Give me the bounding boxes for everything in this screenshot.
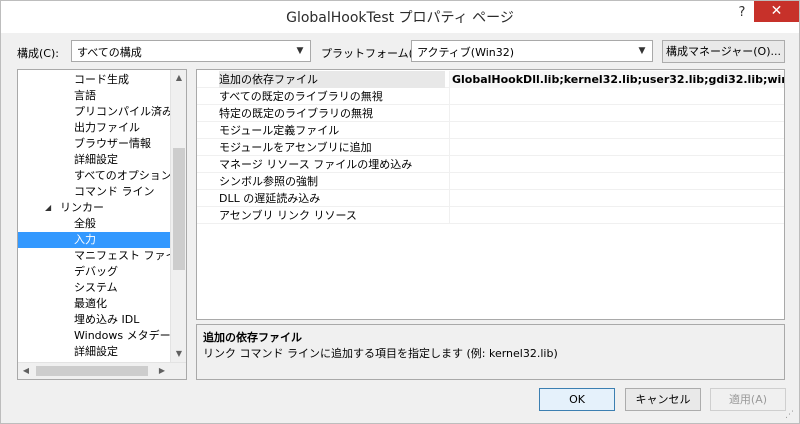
property-name: モジュール定義ファイル [219, 124, 340, 137]
tree-item-label: ブラウザー情報 [74, 137, 151, 150]
property-value[interactable] [449, 207, 784, 224]
tree-item[interactable]: 詳細設定 [18, 344, 170, 360]
tree-item[interactable]: コマンド ライン [18, 184, 170, 200]
title-bar[interactable]: GlobalHookTest プロパティ ページ ? ✕ [1, 1, 799, 33]
collapse-icon[interactable]: ◢ [45, 200, 51, 216]
platform-combo[interactable]: アクティブ(Win32) ▼ [411, 40, 653, 62]
tree-item-label: 出力ファイル [74, 121, 140, 134]
tree-item[interactable]: Windows メタデータ [18, 328, 170, 344]
tree-item[interactable]: マニフェスト ファイル [18, 248, 170, 264]
property-row[interactable]: アセンブリ リンク リソース [197, 207, 784, 224]
tree-item-label: 詳細設定 [74, 153, 118, 166]
property-name: マネージ リソース ファイルの埋め込み [219, 158, 413, 171]
property-value[interactable] [449, 105, 784, 122]
resize-grip-icon[interactable]: ⋰ [785, 409, 797, 421]
property-pages-dialog: GlobalHookTest プロパティ ページ ? ✕ 構成(C): すべての… [0, 0, 800, 424]
scroll-right-icon[interactable]: ▶ [154, 363, 170, 379]
property-row[interactable]: 追加の依存ファイル GlobalHookDll.lib;kernel32.lib;… [197, 71, 784, 88]
property-row[interactable]: モジュールをアセンブリに追加 [197, 139, 784, 156]
property-row[interactable]: モジュール定義ファイル [197, 122, 784, 139]
window-title: GlobalHookTest プロパティ ページ [286, 10, 514, 26]
property-name: モジュールをアセンブリに追加 [219, 141, 372, 154]
tree-item[interactable]: 入力 [18, 232, 170, 248]
tree-item-label: 言語 [74, 89, 96, 102]
tree-item-label: 詳細設定 [74, 345, 118, 358]
description-panel: 追加の依存ファイル リンク コマンド ラインに追加する項目を指定します (例: … [196, 324, 785, 380]
configuration-combo[interactable]: すべての構成 ▼ [71, 40, 311, 62]
property-value[interactable] [449, 122, 784, 139]
scroll-thumb[interactable] [36, 366, 148, 376]
platform-value: アクティブ(Win32) [417, 46, 515, 59]
configuration-value: すべての構成 [77, 46, 142, 59]
category-tree[interactable]: コード生成言語プリコンパイル済みヘッ出力ファイルブラウザー情報詳細設定すべてのオ… [17, 69, 187, 380]
tree-item[interactable]: すべてのオプション [18, 168, 170, 184]
property-value[interactable] [449, 173, 784, 190]
configuration-label: 構成(C): [17, 47, 59, 60]
tree-items: コード生成言語プリコンパイル済みヘッ出力ファイルブラウザー情報詳細設定すべてのオ… [18, 70, 170, 360]
tree-item[interactable]: 最適化 [18, 296, 170, 312]
cancel-button[interactable]: キャンセル [625, 388, 701, 411]
tree-item-label: 全般 [74, 217, 96, 230]
apply-button[interactable]: 適用(A) [710, 388, 786, 411]
tree-item-label: 入力 [74, 233, 96, 246]
property-row[interactable]: 特定の既定のライブラリの無視 [197, 105, 784, 122]
tree-item[interactable]: 言語 [18, 88, 170, 104]
property-row[interactable]: DLL の遅延読み込み [197, 190, 784, 207]
scroll-up-icon[interactable]: ▲ [171, 70, 186, 86]
configuration-manager-button[interactable]: 構成マネージャー(O)... [662, 40, 785, 63]
tree-item-label: デバッグ [74, 265, 118, 278]
property-value[interactable]: GlobalHookDll.lib;kernel32.lib;user32.li… [449, 71, 784, 88]
tree-item[interactable]: 全般 [18, 216, 170, 232]
property-name: 特定の既定のライブラリの無視 [219, 107, 373, 120]
property-value[interactable] [449, 156, 784, 173]
property-name: シンボル参照の強制 [219, 175, 318, 188]
tree-vertical-scrollbar[interactable]: ▲ ▼ [170, 70, 186, 362]
property-value[interactable] [449, 88, 784, 105]
tree-item-label: コマンド ライン [74, 185, 155, 198]
tree-item-label: リンカー [60, 201, 104, 214]
property-row[interactable]: マネージ リソース ファイルの埋め込み [197, 156, 784, 173]
description-text: リンク コマンド ラインに追加する項目を指定します (例: kernel32.l… [203, 347, 558, 360]
scroll-thumb[interactable] [173, 148, 185, 270]
tree-item[interactable]: プリコンパイル済みヘッ [18, 104, 170, 120]
tree-item[interactable]: 出力ファイル [18, 120, 170, 136]
scroll-down-icon[interactable]: ▼ [171, 346, 186, 362]
help-button[interactable]: ? [729, 3, 755, 23]
tree-item-label: マニフェスト ファイル [74, 249, 170, 262]
property-name: すべての既定のライブラリの無視 [219, 90, 383, 103]
property-name: アセンブリ リンク リソース [219, 209, 357, 222]
tree-item[interactable]: ◢ リンカー [18, 200, 170, 216]
tree-item-label: すべてのオプション [74, 169, 170, 182]
property-value[interactable] [449, 139, 784, 156]
tree-item[interactable]: システム [18, 280, 170, 296]
property-grid[interactable]: 追加の依存ファイル GlobalHookDll.lib;kernel32.lib;… [196, 69, 785, 320]
tree-item-label: 埋め込み IDL [74, 313, 140, 326]
property-value[interactable] [449, 190, 784, 207]
tree-item-label: システム [74, 281, 118, 294]
tree-item[interactable]: 埋め込み IDL [18, 312, 170, 328]
tree-horizontal-scrollbar[interactable]: ◀ ▶ [18, 362, 186, 379]
tree-item[interactable]: ブラウザー情報 [18, 136, 170, 152]
tree-item[interactable]: コード生成 [18, 72, 170, 88]
property-name: 追加の依存ファイル [219, 71, 445, 88]
close-button[interactable]: ✕ [754, 1, 799, 22]
tree-item[interactable]: デバッグ [18, 264, 170, 280]
scroll-left-icon[interactable]: ◀ [18, 363, 34, 379]
tree-item-label: コード生成 [74, 73, 129, 86]
property-row[interactable]: シンボル参照の強制 [197, 173, 784, 190]
chevron-down-icon[interactable]: ▼ [634, 43, 650, 59]
tree-item[interactable]: 詳細設定 [18, 152, 170, 168]
ok-button[interactable]: OK [539, 388, 615, 411]
description-title: 追加の依存ファイル [203, 331, 302, 344]
tree-item-label: プリコンパイル済みヘッ [74, 105, 170, 118]
tree-item-label: 最適化 [74, 297, 107, 310]
chevron-down-icon[interactable]: ▼ [292, 43, 308, 59]
property-row[interactable]: すべての既定のライブラリの無視 [197, 88, 784, 105]
tree-item-label: Windows メタデータ [74, 329, 170, 342]
property-name: DLL の遅延読み込み [219, 192, 321, 205]
